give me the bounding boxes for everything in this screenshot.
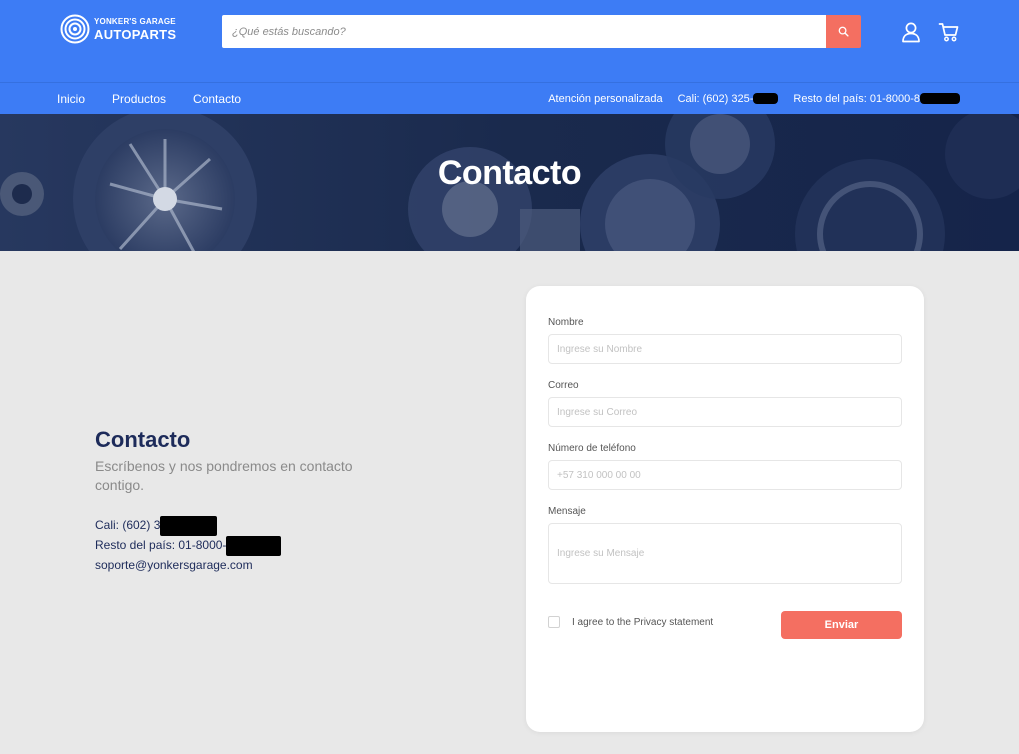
- message-label: Mensaje: [548, 506, 586, 517]
- top-header: YONKER'S GARAGE AUTOPARTS: [0, 0, 1019, 82]
- contact-title: Contacto: [95, 427, 191, 452]
- nav-phone-cali: Cali: (602) 325-: [678, 93, 779, 105]
- name-field[interactable]: [548, 334, 902, 364]
- nav-phone-cali-text: Cali: (602) 325-: [677, 92, 754, 105]
- nav-phone-rest-text: Resto del país: 01-8000-8: [793, 92, 920, 105]
- privacy-checkbox[interactable]: [548, 616, 560, 628]
- main-nav: Inicio Productos Contacto Atención perso…: [0, 82, 1019, 114]
- attention-label: Atención personalizada: [548, 92, 663, 105]
- search-button[interactable]: [826, 15, 861, 48]
- email-field[interactable]: [548, 397, 902, 427]
- search-icon: [838, 26, 849, 37]
- nav-link-contacto[interactable]: Contacto: [193, 92, 241, 106]
- cart-button[interactable]: [937, 20, 961, 44]
- contact-phone-rest: Resto del país: 01-8000-: [95, 536, 415, 556]
- message-field[interactable]: [548, 523, 902, 584]
- submit-button[interactable]: Enviar: [781, 611, 902, 639]
- contact-phone-rest-text: Resto del país: 01-8000-: [95, 538, 227, 553]
- cart-icon: [938, 23, 959, 42]
- redaction-mark: [226, 536, 282, 556]
- privacy-agreement: I agree to the Privacy statement: [548, 616, 713, 628]
- nav-link-productos[interactable]: Productos: [112, 92, 166, 106]
- contact-form: Nombre Correo Número de teléfono Mensaje…: [526, 286, 924, 732]
- phone-field[interactable]: [548, 460, 902, 490]
- logo-line1: YONKER'S GARAGE: [94, 16, 176, 26]
- email-label: Correo: [548, 380, 579, 391]
- contact-phone-cali: Cali: (602) 3: [95, 516, 415, 536]
- hero-title: Contacto: [437, 154, 582, 192]
- logo-line2: AUTOPARTS: [94, 26, 177, 42]
- contact-email[interactable]: soporte@yonkersgarage.com: [95, 556, 415, 576]
- redaction-mark: [160, 516, 218, 536]
- target-logo-icon: [60, 14, 90, 44]
- search-input[interactable]: [222, 15, 826, 48]
- hero-banner: Contacto: [0, 114, 1019, 251]
- account-button[interactable]: [899, 20, 923, 44]
- search-bar: [222, 15, 861, 48]
- redaction-mark: [753, 93, 779, 104]
- nav-link-inicio[interactable]: Inicio: [57, 92, 85, 106]
- nav-phone-rest: Resto del país: 01-8000-8: [793, 93, 960, 105]
- brand-logo[interactable]: YONKER'S GARAGE AUTOPARTS: [60, 14, 176, 44]
- contact-info: Contacto Escríbenos y nos pondremos en c…: [95, 427, 415, 576]
- redaction-mark: [920, 93, 960, 104]
- contact-subtitle: Escríbenos y nos pondremos en contacto c…: [95, 458, 353, 493]
- privacy-label: I agree to the Privacy statement: [572, 616, 714, 628]
- contact-phone-cali-text: Cali: (602) 3: [95, 518, 161, 533]
- name-label: Nombre: [548, 317, 584, 328]
- phone-label: Número de teléfono: [548, 443, 636, 454]
- user-icon: [902, 22, 920, 43]
